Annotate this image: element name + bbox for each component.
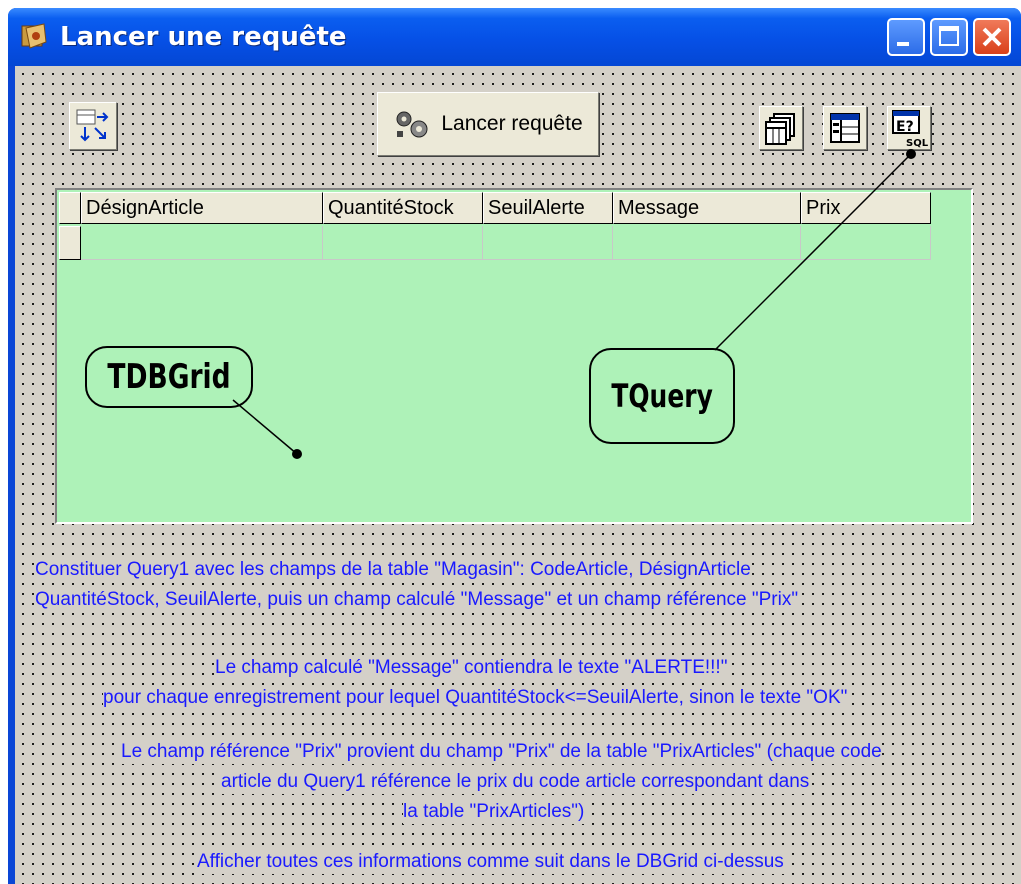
tquery-callout-label: TQuery bbox=[611, 377, 713, 415]
desc-p3-line1: Le champ référence "Prix" provient du ch… bbox=[121, 740, 882, 764]
tquery-callout: TQuery bbox=[589, 348, 735, 444]
desc-p2-line2: pour chaque enregistrement pour lequel Q… bbox=[103, 686, 848, 710]
table-stack-icon bbox=[765, 113, 795, 145]
tquery-connector-dot bbox=[906, 149, 916, 159]
table-stack-button[interactable] bbox=[759, 106, 803, 150]
sql-query-icon: E? SQL bbox=[892, 110, 929, 148]
grid-cell[interactable] bbox=[801, 226, 931, 260]
app-window: Lancer une requête Lancer requête E? SQL… bbox=[8, 8, 1021, 884]
datasource-icon bbox=[830, 113, 860, 143]
grid-column-header[interactable]: QuantitéStock bbox=[323, 192, 483, 224]
grid-header-row: DésignArticle QuantitéStock SeuilAlerte … bbox=[59, 192, 931, 226]
close-icon bbox=[982, 27, 1002, 47]
window-title: Lancer une requête bbox=[60, 22, 347, 52]
title-bar[interactable]: Lancer une requête bbox=[8, 8, 1021, 66]
svg-text:E?: E? bbox=[896, 119, 914, 135]
maximize-button[interactable] bbox=[930, 18, 968, 56]
tdbgrid-callout: TDBGrid bbox=[85, 346, 253, 408]
svg-text:SQL: SQL bbox=[906, 138, 929, 148]
minimize-button[interactable] bbox=[887, 18, 925, 56]
grid-cell[interactable] bbox=[483, 226, 613, 260]
form-client-area: Lancer requête E? SQL DésignArticle Quan… bbox=[15, 66, 1021, 884]
desc-p2-line1: Le champ calculé "Message" contiendra le… bbox=[215, 656, 728, 680]
grid-column-header[interactable]: Prix bbox=[801, 192, 931, 224]
move-arrows-button[interactable] bbox=[69, 102, 117, 150]
desc-p3-line2: article du Query1 référence le prix du c… bbox=[221, 770, 810, 794]
datasource-button[interactable] bbox=[823, 106, 867, 150]
minimize-icon bbox=[897, 42, 909, 46]
grid-cell[interactable] bbox=[613, 226, 801, 260]
run-query-label: Lancer requête bbox=[441, 112, 583, 135]
gears-icon bbox=[396, 111, 428, 138]
table-row[interactable] bbox=[59, 226, 931, 260]
desc-p3-line3: la table "PrixArticles") bbox=[403, 800, 585, 824]
grid-column-header[interactable]: SeuilAlerte bbox=[483, 192, 613, 224]
sql-query-button[interactable]: E? SQL bbox=[887, 106, 931, 150]
grid-column-header[interactable]: DésignArticle bbox=[81, 192, 323, 224]
grid-cell[interactable] bbox=[81, 226, 323, 260]
move-arrows-icon bbox=[76, 109, 109, 142]
grid-header-indicator bbox=[59, 192, 81, 224]
desc-p4-line1: Afficher toutes ces informations comme s… bbox=[197, 850, 784, 874]
maximize-icon bbox=[939, 26, 959, 46]
desc-p1-line1: Constituer Query1 avec les champs de la … bbox=[35, 558, 751, 582]
grid-cell[interactable] bbox=[323, 226, 483, 260]
run-query-button[interactable]: Lancer requête bbox=[377, 92, 599, 156]
close-button[interactable] bbox=[973, 18, 1011, 56]
grid-column-header[interactable]: Message bbox=[613, 192, 801, 224]
delphi-app-icon bbox=[21, 23, 47, 49]
tdbgrid-callout-label: TDBGrid bbox=[107, 357, 231, 397]
row-indicator bbox=[59, 226, 81, 260]
desc-p1-line2: QuantitéStock, SeuilAlerte, puis un cham… bbox=[35, 588, 799, 612]
